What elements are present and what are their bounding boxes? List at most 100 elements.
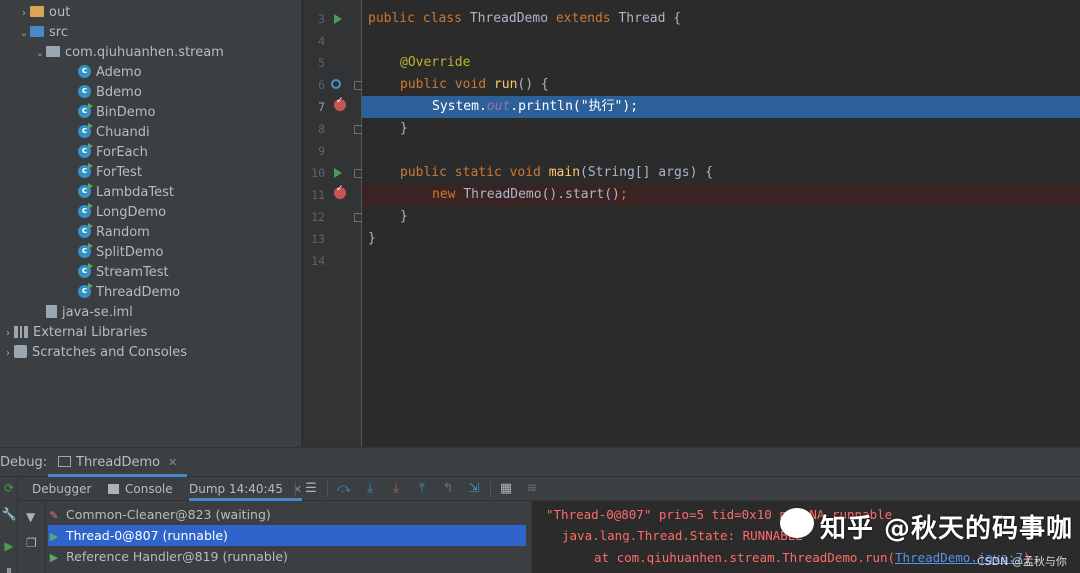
- tree-item[interactable]: c Chuandi: [0, 123, 301, 143]
- line-number: 6: [318, 78, 325, 92]
- copy-icon[interactable]: ❐: [26, 536, 37, 550]
- tree-item[interactable]: › External Libraries: [0, 323, 301, 344]
- thread-row-selected[interactable]: ▶ Thread-0@807 (runnable): [48, 525, 526, 546]
- line-number: 14: [311, 254, 325, 268]
- code-line-6: public void run() {: [400, 77, 549, 92]
- debug-toolbar: Debugger Console Dump 14:40:45 ✕ ☰ ⤼ ⤓ ⤓ …: [0, 477, 1080, 501]
- evaluate-expression-icon[interactable]: ▦: [498, 481, 514, 497]
- tree-item-label: src: [49, 25, 68, 40]
- java-runnable-class-icon: c: [78, 203, 93, 218]
- tree-item[interactable]: ⌄ src: [0, 23, 301, 44]
- tree-item-label: Chuandi: [96, 125, 150, 140]
- toolbar-separator: [327, 481, 328, 497]
- tree-item[interactable]: c LongDemo: [0, 203, 301, 223]
- tree-item[interactable]: c ThreadDemo: [0, 283, 301, 303]
- tree-item[interactable]: ⌄ com.qiuhuanhen.stream: [0, 43, 301, 64]
- tree-item[interactable]: c Random: [0, 223, 301, 243]
- filter-icon[interactable]: ▼: [26, 510, 35, 524]
- breakpoint-icon[interactable]: [334, 96, 346, 111]
- run-to-cursor-icon[interactable]: ⇲: [466, 481, 482, 497]
- tab-dump[interactable]: Dump 14:40:45 ✕: [189, 477, 303, 501]
- tree-item-label: Scratches and Consoles: [32, 345, 188, 360]
- tree-item-label: Ademo: [96, 65, 142, 80]
- tree-item[interactable]: java-se.iml: [0, 303, 301, 323]
- breakpoint-icon[interactable]: [334, 184, 346, 199]
- thread-row[interactable]: ▶ Reference Handler@819 (runnable): [48, 546, 526, 567]
- menu-icon[interactable]: ☰: [303, 481, 319, 497]
- expand-arrow-icon[interactable]: ›: [2, 324, 14, 344]
- code-line-13: }: [368, 231, 376, 246]
- dump-line: java.lang.Thread.State: RUNNABLE: [562, 528, 803, 543]
- line-number: 5: [318, 56, 325, 70]
- code-line-5: @Override: [400, 55, 471, 70]
- tree-item-label: StreamTest: [96, 265, 169, 280]
- tree-item-label: com.qiuhuanhen.stream: [65, 45, 224, 60]
- java-runnable-class-icon: c: [78, 183, 93, 198]
- debug-tool-window-header: Debug: ThreadDemo ✕: [0, 447, 1080, 477]
- tree-item-label: out: [49, 5, 71, 20]
- line-number: 13: [311, 232, 325, 246]
- java-class-icon: c: [78, 85, 91, 98]
- thread-waiting-icon: ✎: [49, 509, 59, 522]
- resume-icon[interactable]: ▶: [0, 539, 18, 553]
- drop-frame-icon[interactable]: ↰: [440, 481, 456, 497]
- editor-gutter: 3 4 5 6 7 8 9 10 11 12 13 14: [303, 0, 363, 447]
- step-into-icon[interactable]: ⤓: [362, 481, 378, 497]
- code-line-8: }: [400, 121, 408, 136]
- line-number: 10: [311, 166, 325, 180]
- debug-session-tab[interactable]: ThreadDemo ✕: [48, 448, 188, 477]
- run-gutter-icon[interactable]: [334, 168, 342, 178]
- tree-item-label: LongDemo: [96, 205, 167, 220]
- tree-item[interactable]: c StreamTest: [0, 263, 301, 283]
- code-line-7-execution-point: System.out.println("执行");: [362, 96, 1080, 118]
- tree-item[interactable]: c SplitDemo: [0, 243, 301, 263]
- tree-item[interactable]: c ForTest: [0, 163, 301, 183]
- tree-item[interactable]: › out: [0, 3, 301, 24]
- line-number: 7: [318, 100, 325, 114]
- tree-item[interactable]: c LambdaTest: [0, 183, 301, 203]
- tree-item[interactable]: › Scratches and Consoles: [0, 343, 301, 364]
- console-icon: [108, 484, 119, 494]
- override-method-icon[interactable]: [331, 79, 341, 89]
- rerun-icon[interactable]: ⟳: [0, 481, 18, 495]
- tab-console[interactable]: Console: [108, 477, 173, 501]
- step-out-icon[interactable]: ⤒: [414, 481, 430, 497]
- expand-arrow-icon[interactable]: ⌄: [18, 24, 30, 44]
- settings-wrench-icon[interactable]: 🔧: [0, 507, 18, 521]
- tree-item[interactable]: c Ademo: [0, 63, 301, 83]
- expand-arrow-icon[interactable]: ›: [2, 344, 14, 364]
- tab-debugger[interactable]: Debugger: [32, 477, 91, 501]
- line-number: 11: [311, 188, 325, 202]
- tree-item[interactable]: c Bdemo: [0, 83, 301, 103]
- java-runnable-class-icon: c: [78, 103, 93, 118]
- tree-item[interactable]: c BinDemo: [0, 103, 301, 123]
- code-editor[interactable]: public class ThreadDemo extends Thread {…: [362, 0, 1080, 447]
- tree-item-label: BinDemo: [96, 105, 156, 120]
- step-over-icon[interactable]: ⤼: [336, 481, 352, 497]
- run-gutter-icon[interactable]: [334, 14, 342, 24]
- threads-tools: ▼ ❐: [18, 501, 46, 573]
- dump-line: at com.qiuhuanhen.stream.ThreadDemo.run(…: [594, 550, 1031, 565]
- tree-item[interactable]: c ForEach: [0, 143, 301, 163]
- pause-icon[interactable]: ⏸: [0, 563, 18, 573]
- java-runnable-class-icon: c: [78, 243, 93, 258]
- tree-item-label: ThreadDemo: [96, 285, 181, 300]
- code-line-3: public class ThreadDemo extends Thread {: [368, 11, 682, 26]
- thread-running-icon: ▶: [49, 551, 59, 564]
- library-icon: [14, 325, 28, 338]
- project-tree-panel: › out ⌄ src ⌄ com.qiuhuanhen.stream c Ademo c Bde…: [0, 0, 302, 447]
- expand-arrow-icon[interactable]: ⌄: [34, 44, 46, 64]
- code-line-11-breakpoint: new ThreadDemo().start();: [362, 184, 1080, 206]
- java-runnable-class-icon: c: [78, 223, 93, 238]
- folder-icon: [30, 6, 44, 17]
- trace-icon[interactable]: ≋: [524, 481, 540, 497]
- tree-item-label: ForTest: [96, 165, 142, 180]
- close-icon[interactable]: ✕: [168, 456, 177, 469]
- expand-arrow-icon[interactable]: ›: [18, 4, 30, 24]
- code-line-10: public static void main(String[] args) {: [400, 165, 714, 180]
- console-window-icon: [58, 456, 71, 467]
- java-runnable-class-icon: c: [78, 263, 93, 278]
- tree-item-label: Bdemo: [96, 85, 142, 100]
- thread-row[interactable]: ✎ Common-Cleaner@823 (waiting): [48, 504, 526, 525]
- force-step-into-icon[interactable]: ⤓: [388, 481, 404, 497]
